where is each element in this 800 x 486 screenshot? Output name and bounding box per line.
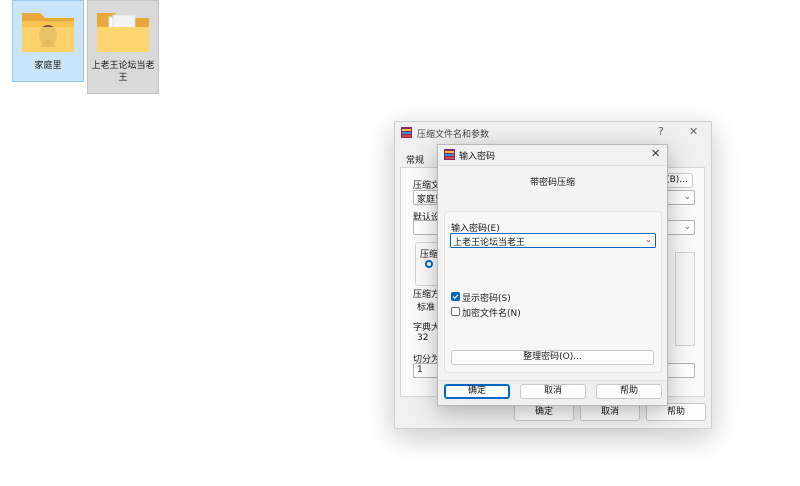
help-button[interactable]: 帮助 bbox=[596, 384, 662, 399]
desktop-folder-label: 家庭里 bbox=[34, 61, 62, 71]
password-input[interactable]: 上老王论坛当老王 ⌄ bbox=[450, 233, 656, 248]
dict-value[interactable]: 32 bbox=[417, 333, 428, 343]
close-icon[interactable]: ✕ bbox=[689, 125, 698, 138]
dict-label: 字典大 bbox=[413, 323, 441, 333]
dialog-title: 输入密码 bbox=[459, 152, 496, 162]
tab-general[interactable]: 常规 bbox=[406, 153, 424, 166]
split-value: 1 bbox=[417, 365, 423, 375]
method-label: 压缩方 bbox=[413, 290, 441, 300]
show-password-checkbox[interactable] bbox=[451, 292, 460, 301]
chevron-down-icon[interactable]: ⌄ bbox=[644, 235, 652, 245]
help-icon[interactable]: ? bbox=[658, 125, 664, 138]
desktop-folder-family[interactable]: 家庭里 bbox=[12, 0, 84, 82]
close-icon[interactable]: ✕ bbox=[651, 147, 660, 160]
ok-button[interactable]: 确定 bbox=[444, 384, 510, 399]
dialog-heading: 带密码压缩 bbox=[529, 178, 575, 188]
format-label: 压缩 bbox=[420, 250, 439, 260]
encrypt-filenames-checkbox[interactable] bbox=[451, 307, 460, 316]
folder-icon bbox=[97, 13, 149, 52]
options-group bbox=[675, 252, 695, 346]
desktop-folder-laowang[interactable]: 上老王论坛当老王 bbox=[87, 0, 159, 94]
encrypt-filenames-label[interactable]: 加密文件名(N) bbox=[462, 306, 521, 319]
password-dialog: 输入密码 ✕ 带密码压缩 输入密码(E) 上老王论坛当老王 ⌄ 显示密码(S) … bbox=[437, 144, 668, 406]
password-value: 上老王论坛当老王 bbox=[453, 238, 526, 248]
method-value[interactable]: 标准 bbox=[417, 300, 435, 313]
checkmark-icon bbox=[452, 294, 459, 300]
chevron-down-icon: ⌄ bbox=[683, 192, 691, 202]
desktop-folder-label: 上老王论坛当老王 bbox=[91, 61, 155, 83]
folder-icon bbox=[22, 13, 74, 52]
chevron-down-icon: ⌄ bbox=[683, 222, 691, 232]
cancel-button[interactable]: 取消 bbox=[520, 384, 586, 399]
format-radio[interactable] bbox=[425, 260, 433, 268]
winrar-icon bbox=[444, 149, 455, 160]
dialog-title: 压缩文件名和参数 bbox=[417, 130, 490, 140]
organize-passwords-button[interactable]: 整理密码(O)... bbox=[451, 350, 654, 365]
winrar-icon bbox=[401, 127, 412, 138]
show-password-label[interactable]: 显示密码(S) bbox=[462, 291, 511, 304]
